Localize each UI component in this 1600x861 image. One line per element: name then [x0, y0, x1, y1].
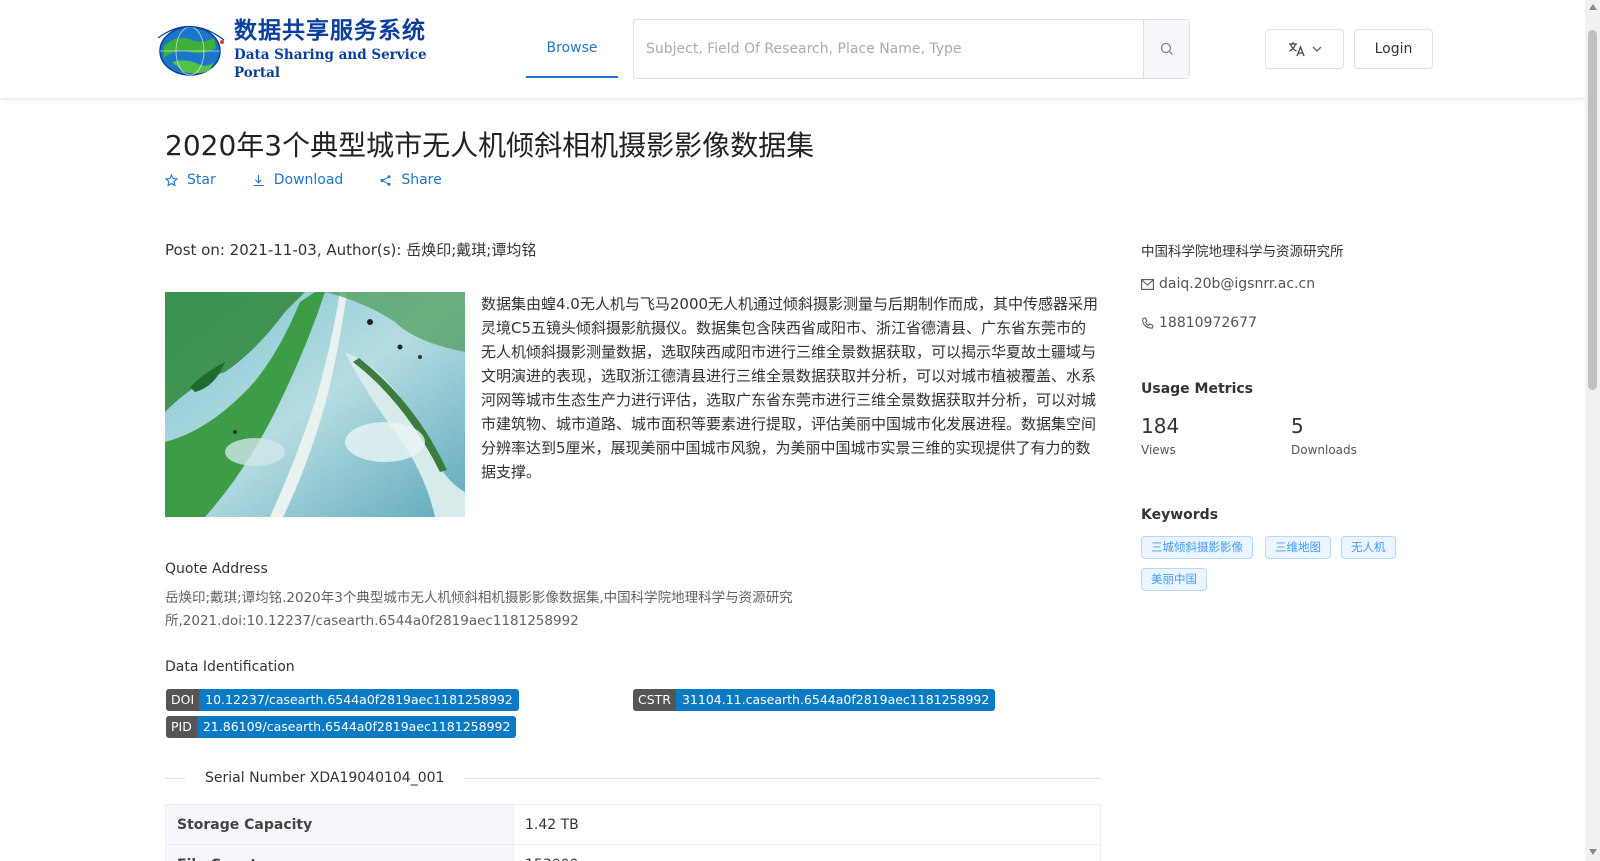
data-identification-label: Data Identification	[165, 659, 295, 675]
keyword-tag[interactable]: 无人机	[1341, 536, 1396, 559]
scroll-down-arrow-icon[interactable]	[1589, 849, 1597, 855]
serial-number: Serial Number XDA19040104_001	[205, 770, 445, 786]
download-icon	[253, 174, 264, 186]
post-info: Post on: 2021-11-03, Author(s): 岳焕印;戴琪;谭…	[165, 241, 537, 259]
translate-icon	[1288, 42, 1305, 57]
phone-icon	[1142, 316, 1154, 329]
serial-number-divider: Serial Number XDA19040104_001	[165, 768, 1101, 788]
site-logo[interactable]: 数据共享服务系统 Data Sharing and Service Portal	[152, 18, 442, 81]
dataset-title: 2020年3个典型城市无人机倾斜相机摄影影像数据集	[165, 129, 815, 162]
downloads-label: Downloads	[1291, 443, 1357, 457]
login-button[interactable]: Login	[1354, 29, 1433, 69]
cstr-badge[interactable]: CSTR 31104.11.casearth.6544a0f2819aec118…	[633, 689, 996, 711]
top-header: 数据共享服务系统 Data Sharing and Service Portal…	[0, 0, 1585, 99]
doi-badge[interactable]: DOI 10.12237/casearth.6544a0f2819aec1181…	[166, 689, 519, 711]
keyword-tag[interactable]: 三城倾斜摄影影像	[1141, 536, 1253, 559]
keyword-tag[interactable]: 三维地图	[1265, 536, 1331, 559]
search-button[interactable]	[1143, 20, 1189, 78]
usage-metrics-heading: Usage Metrics	[1141, 381, 1253, 397]
quote-address-text: 岳焕印;戴琪;谭均铭.2020年3个典型城市无人机倾斜相机摄影影像数据集,中国科…	[165, 590, 793, 629]
quote-address-label: Quote Address	[165, 561, 268, 577]
scroll-up-arrow-icon[interactable]	[1589, 4, 1597, 10]
search-input[interactable]	[634, 20, 1143, 78]
keyword-tag[interactable]: 美丽中国	[1141, 568, 1207, 591]
table-row: File Count 153000	[165, 844, 1101, 861]
pid-badge-value: 21.86109/casearth.6544a0f2819aec11812589…	[196, 716, 517, 738]
logo-chinese-name: 数据共享服务系统	[234, 18, 426, 44]
table-row: Storage Capacity 1.42 TB	[165, 804, 1101, 845]
table-cell-key: File Count	[165, 844, 514, 861]
star-label: Star	[187, 172, 216, 188]
logo-english-name: Data Sharing and Service Portal	[234, 47, 427, 81]
contact-email[interactable]: daiq.20b@igsnrr.ac.cn	[1141, 276, 1315, 292]
mail-icon	[1141, 278, 1154, 290]
share-label: Share	[401, 172, 442, 188]
chevron-down-icon	[1312, 46, 1321, 52]
search-icon	[1160, 42, 1173, 55]
share-icon	[380, 174, 391, 186]
views-label: Views	[1141, 443, 1176, 457]
contact-phone-text: 18810972677	[1159, 315, 1257, 331]
divider-line-right	[464, 777, 1101, 779]
share-button[interactable]: Share	[379, 172, 442, 188]
contact-phone: 18810972677	[1141, 315, 1257, 331]
divider-line-left	[165, 777, 185, 779]
language-switch-button[interactable]	[1265, 29, 1344, 69]
doi-badge-key: DOI	[166, 689, 200, 711]
star-icon	[165, 173, 178, 187]
star-button[interactable]: Star	[165, 172, 216, 188]
globe-logo-icon	[152, 18, 230, 80]
table-cell-key: Storage Capacity	[165, 804, 514, 845]
pid-badge-key: PID	[166, 716, 197, 738]
doi-badge-value: 10.12237/casearth.6544a0f2819aec11812589…	[199, 689, 519, 711]
downloads-count: 5	[1291, 414, 1304, 438]
contact-email-text: daiq.20b@igsnrr.ac.cn	[1159, 276, 1316, 292]
table-cell-value: 1.42 TB	[513, 804, 1101, 845]
cstr-badge-value: 31104.11.casearth.6544a0f2819aec11812589…	[675, 689, 996, 711]
search-bar	[633, 19, 1190, 79]
dataset-thumbnail[interactable]	[165, 292, 465, 517]
dataset-description: 数据集由蝗4.0无人机与飞马2000无人机通过倾斜摄影测量与后期制作而成，其中传…	[481, 295, 1099, 481]
nav-browse-tab[interactable]: Browse	[526, 22, 618, 78]
dataset-actions: Star Download Share	[165, 172, 478, 188]
scroll-thumb[interactable]	[1588, 30, 1597, 390]
download-label: Download	[273, 172, 344, 188]
keywords-heading: Keywords	[1141, 507, 1219, 523]
views-count: 184	[1141, 414, 1180, 438]
page-scrollbar[interactable]	[1585, 0, 1600, 861]
dataset-properties-table: Storage Capacity 1.42 TB File Count 1530…	[165, 804, 1101, 861]
pid-badge[interactable]: PID 21.86109/casearth.6544a0f2819aec1181…	[166, 716, 517, 738]
contact-organization: 中国科学院地理科学与资源研究所	[1141, 244, 1344, 260]
table-cell-value: 153000	[513, 844, 1101, 861]
download-button[interactable]: Download	[252, 172, 344, 188]
cstr-badge-key: CSTR	[633, 689, 676, 711]
